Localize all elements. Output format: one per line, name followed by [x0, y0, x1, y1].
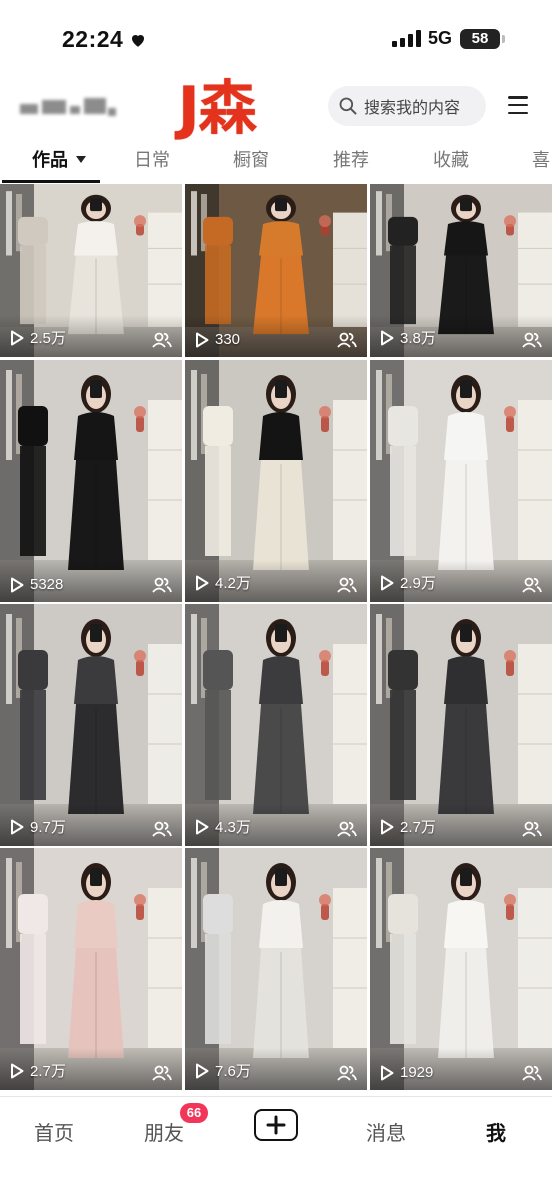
play-icon: [196, 819, 209, 834]
content-tabs: 作品 日常 橱窗 推荐 收藏 喜: [0, 138, 552, 184]
video-tile[interactable]: 2.7万: [0, 848, 182, 1090]
nav-messages[interactable]: 消息: [366, 1117, 406, 1146]
tab-showcase[interactable]: 橱窗: [233, 146, 269, 172]
heart-icon: [132, 34, 145, 47]
video-tile[interactable]: 1929: [370, 848, 552, 1090]
play-count: 7.6万: [195, 1060, 251, 1081]
play-count-label: 2.9万: [400, 575, 436, 592]
plus-icon: [266, 1115, 286, 1135]
friends-visible-icon: [522, 332, 542, 348]
play-count: 9.7万: [10, 816, 66, 837]
create-button[interactable]: [254, 1109, 298, 1141]
play-icon: [11, 330, 24, 345]
nav-friends[interactable]: 朋友: [144, 1117, 184, 1146]
tab-recommend[interactable]: 推荐: [333, 146, 369, 172]
video-tile[interactable]: 7.6万: [185, 848, 367, 1090]
play-count: 2.7万: [10, 1060, 66, 1081]
search-icon: [339, 97, 357, 115]
friends-visible-icon: [337, 821, 357, 837]
video-tile[interactable]: 3.8万: [370, 184, 552, 357]
play-count-label: 3.8万: [400, 330, 436, 347]
bottom-nav: 首页 朋友 66 消息 我: [0, 1096, 552, 1200]
tab-daily[interactable]: 日常: [134, 146, 170, 172]
play-count: 1929: [380, 1064, 433, 1081]
friends-visible-icon: [337, 1065, 357, 1081]
video-tile[interactable]: 2.5万: [0, 184, 182, 357]
status-time: 22:24: [62, 26, 147, 53]
play-icon: [381, 819, 394, 834]
search-box[interactable]: 搜索我的内容: [328, 86, 486, 126]
play-icon: [381, 330, 394, 345]
nav-home[interactable]: 首页: [34, 1117, 74, 1146]
friends-visible-icon: [152, 332, 172, 348]
video-tile[interactable]: 2.9万: [370, 360, 552, 602]
play-count-label: 1929: [400, 1064, 434, 1081]
blurred-username: [20, 98, 116, 120]
brand-logo: J森: [178, 74, 257, 142]
play-count: 5328: [10, 576, 63, 593]
video-tile[interactable]: 4.3万: [185, 604, 367, 846]
play-count-label: 4.3万: [215, 819, 251, 836]
play-count-label: 4.2万: [215, 575, 251, 592]
play-count-label: 2.5万: [30, 330, 66, 347]
play-count-label: 2.7万: [30, 1063, 66, 1080]
battery-icon: 58: [460, 29, 505, 49]
friends-visible-icon: [522, 1065, 542, 1081]
tab-likes[interactable]: 喜: [532, 146, 550, 172]
play-count-label: 5328: [30, 576, 64, 593]
play-icon: [196, 332, 209, 347]
tab-favorites[interactable]: 收藏: [433, 146, 469, 172]
nav-me[interactable]: 我: [486, 1117, 506, 1146]
play-count-label: 330: [215, 331, 241, 348]
tab-works[interactable]: 作品: [32, 146, 86, 172]
video-tile[interactable]: 4.2万: [185, 360, 367, 602]
play-count-label: 9.7万: [30, 819, 66, 836]
clock: 22:24: [62, 26, 124, 52]
friends-visible-icon: [522, 821, 542, 837]
network-type: 5G: [428, 28, 453, 48]
play-icon: [196, 1063, 209, 1078]
play-count: 2.5万: [10, 327, 66, 348]
play-icon: [381, 1065, 394, 1080]
friends-visible-icon: [152, 821, 172, 837]
play-icon: [11, 577, 24, 592]
friends-visible-icon: [152, 1065, 172, 1081]
play-count-label: 7.6万: [215, 1063, 251, 1080]
friends-visible-icon: [522, 577, 542, 593]
video-tile[interactable]: 2.7万: [370, 604, 552, 846]
friends-badge: 66: [180, 1103, 208, 1123]
play-count: 2.9万: [380, 572, 436, 593]
video-tile[interactable]: 5328: [0, 360, 182, 602]
caret-down-icon: [76, 155, 86, 163]
play-icon: [196, 575, 209, 590]
play-icon: [11, 819, 24, 834]
play-count: 4.3万: [195, 816, 251, 837]
play-icon: [381, 575, 394, 590]
play-count: 3.8万: [380, 327, 436, 348]
search-placeholder: 搜索我的内容: [364, 98, 461, 117]
friends-visible-icon: [152, 577, 172, 593]
play-count-label: 2.7万: [400, 819, 436, 836]
menu-icon[interactable]: [508, 96, 528, 114]
video-tile[interactable]: 330: [185, 184, 367, 357]
active-tab-indicator: [2, 180, 100, 183]
video-tile[interactable]: 9.7万: [0, 604, 182, 846]
play-count: 2.7万: [380, 816, 436, 837]
play-count: 4.2万: [195, 572, 251, 593]
friends-visible-icon: [337, 577, 357, 593]
status-bar: 22:24 5G 58: [0, 0, 552, 80]
video-grid: 2.5万 330 3.8万 5328 4.2万 2.9万 9.7万 4.3万 2.7万 2.7万 7…: [0, 184, 552, 1094]
friends-visible-icon: [337, 332, 357, 348]
play-count: 330: [195, 331, 240, 348]
play-icon: [11, 1063, 24, 1078]
signal-icon: [392, 30, 421, 47]
